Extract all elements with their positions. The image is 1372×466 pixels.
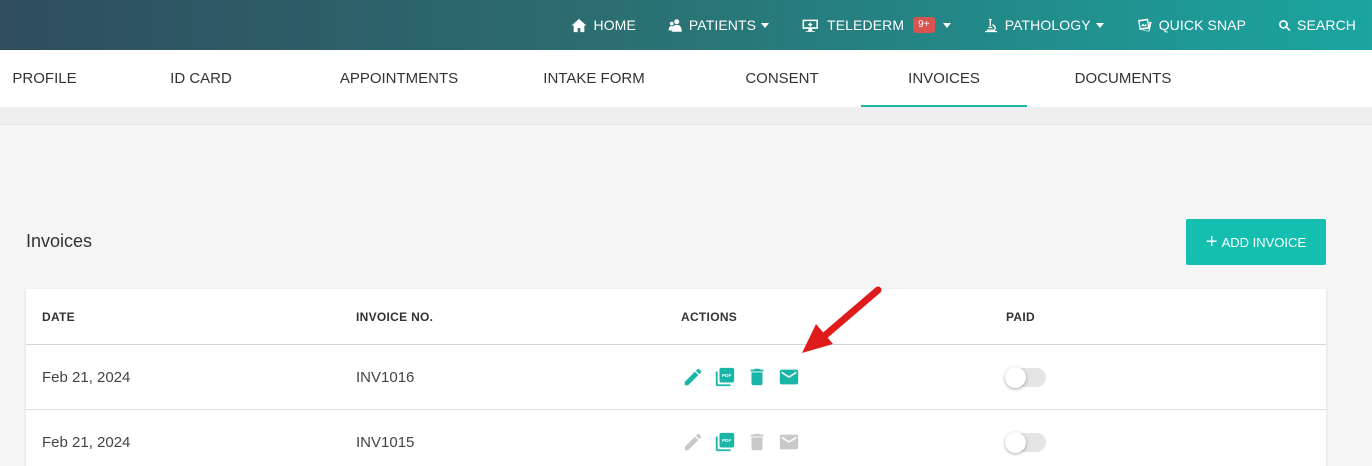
column-header-actions: ACTIONS: [681, 309, 738, 324]
email-icon: [777, 431, 800, 454]
add-invoice-button[interactable]: + ADD INVOICE: [1186, 219, 1326, 265]
paid-cell: [1005, 410, 1046, 466]
tab-consent[interactable]: CONSENT: [703, 50, 861, 107]
notification-badge: 9+: [913, 17, 935, 33]
telederm-icon: [802, 19, 819, 32]
pdf-icon[interactable]: PDF: [713, 366, 736, 389]
invoice-number: INV1016: [356, 368, 415, 386]
tab-id-card[interactable]: ID CARD: [89, 50, 313, 107]
edit-icon: [681, 431, 704, 454]
table-header-row: DATE INVOICE NO. ACTIONS PAID: [26, 289, 1326, 345]
plus-icon: +: [1205, 231, 1218, 253]
nav-home-label: HOME: [593, 17, 636, 33]
nav-patients[interactable]: PATIENTS: [668, 0, 770, 50]
row-actions: PDF: [681, 410, 800, 466]
svg-text:PDF: PDF: [721, 373, 731, 379]
nav-telederm-label: TELEDERM: [827, 17, 905, 33]
delete-icon[interactable]: [745, 366, 768, 389]
chevron-down-icon: [1095, 22, 1104, 28]
invoices-table: DATE INVOICE NO. ACTIONS PAID Feb 21, 20…: [26, 289, 1326, 466]
pdf-icon[interactable]: PDF: [713, 431, 736, 454]
invoice-date: Feb 21, 2024: [42, 433, 131, 451]
tab-appointments[interactable]: APPOINTMENTS: [313, 50, 485, 107]
paid-cell: [1005, 345, 1046, 409]
tab-invoices[interactable]: INVOICES: [861, 50, 1027, 107]
chevron-down-icon: [761, 22, 770, 28]
tab-shadow-band: [0, 107, 1372, 125]
column-header-invoice-no[interactable]: INVOICE NO.: [356, 289, 433, 344]
home-icon: [572, 18, 587, 32]
nav-search-label: SEARCH: [1297, 17, 1356, 33]
tab-profile[interactable]: PROFILE: [0, 50, 89, 107]
svg-text:PDF: PDF: [721, 438, 731, 444]
nav-telederm[interactable]: TELEDERM 9+: [801, 0, 951, 50]
nav-pathology-label: PATHOLOGY: [1004, 17, 1091, 33]
column-header-date[interactable]: DATE: [42, 289, 75, 344]
tab-documents[interactable]: DOCUMENTS: [1027, 50, 1219, 107]
table-row: Feb 21, 2024 INV1016 PDF: [26, 345, 1326, 410]
paid-toggle[interactable]: [1005, 366, 1046, 388]
delete-icon: [745, 431, 768, 454]
row-actions: PDF: [681, 345, 800, 409]
nav-home[interactable]: HOME: [571, 0, 636, 50]
nav-quick-snap[interactable]: QUICK SNAP: [1136, 0, 1246, 50]
invoice-date: Feb 21, 2024: [42, 368, 131, 386]
nav-patients-label: PATIENTS: [688, 17, 757, 33]
paid-toggle[interactable]: [1005, 431, 1046, 453]
invoice-number: INV1015: [356, 433, 415, 451]
chevron-down-icon: [942, 22, 951, 28]
nav-search[interactable]: SEARCH: [1278, 0, 1356, 50]
photos-icon: [1137, 18, 1152, 32]
table-row: Feb 21, 2024 INV1015 PDF: [26, 410, 1326, 466]
nav-pathology[interactable]: PATHOLOGY: [983, 0, 1104, 50]
page-title: Invoices: [26, 231, 93, 251]
nav-quick-snap-label: QUICK SNAP: [1158, 17, 1247, 33]
email-icon[interactable]: [777, 366, 800, 389]
column-header-paid: PAID: [1006, 309, 1035, 324]
search-icon: [1279, 19, 1291, 31]
top-nav-bar: HOME PATIENTS TELEDERM 9+ PATHOLOGY QUIC…: [0, 0, 1372, 50]
edit-icon[interactable]: [681, 366, 704, 389]
add-invoice-label: ADD INVOICE: [1221, 234, 1307, 250]
tab-intake-form[interactable]: INTAKE FORM: [485, 50, 703, 107]
patients-icon: [668, 18, 682, 32]
profile-tabs: PROFILE ID CARD APPOINTMENTS INTAKE FORM…: [0, 50, 1372, 107]
microscope-icon: [984, 18, 997, 32]
